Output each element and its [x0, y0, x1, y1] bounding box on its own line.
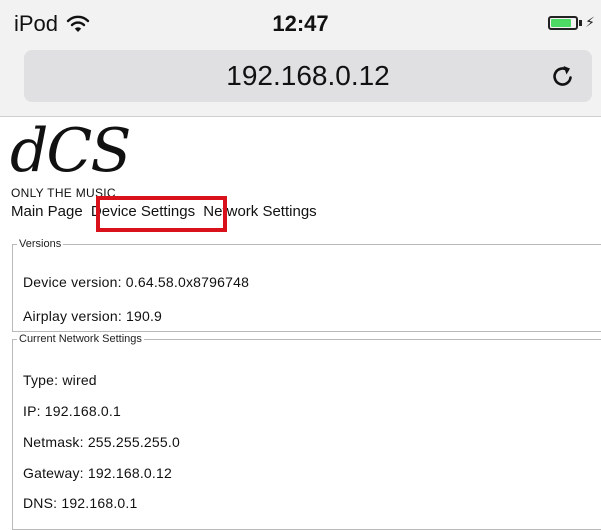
battery-tip — [579, 19, 583, 26]
network-netmask: Netmask: 255.255.255.0 — [23, 434, 180, 450]
network-settings-section: Current Network Settings Type: wired IP:… — [12, 333, 601, 530]
browser-toolbar: 192.168.0.12 — [0, 46, 601, 117]
network-dns: DNS: 192.168.0.1 — [23, 495, 138, 511]
network-gateway: Gateway: 192.168.0.12 — [23, 465, 172, 481]
address-bar[interactable]: 192.168.0.12 — [24, 50, 592, 102]
airplay-version: Airplay version: 190.9 — [23, 308, 163, 324]
network-settings-legend: Current Network Settings — [19, 333, 142, 345]
status-bar: iPod 12:47 ⚡ — [0, 0, 601, 46]
clock: 12:47 — [272, 11, 329, 36]
battery-fill — [551, 18, 572, 27]
nav-main-page[interactable]: Main Page — [11, 203, 83, 220]
battery-indicator: ⚡ — [548, 14, 595, 31]
network-ip: IP: 192.168.0.1 — [23, 403, 121, 419]
dcs-logo: dCS — [10, 116, 131, 186]
device-settings-highlight — [96, 196, 227, 232]
versions-section: Versions Device version: 0.64.58.0x87967… — [12, 238, 601, 332]
url-text[interactable]: 192.168.0.12 — [24, 50, 592, 102]
network-type: Type: wired — [23, 372, 97, 388]
device-version: Device version: 0.64.58.0x8796748 — [23, 274, 250, 290]
versions-legend: Versions — [19, 238, 62, 250]
reload-icon[interactable] — [550, 63, 576, 89]
charging-bolt-icon: ⚡ — [585, 14, 595, 30]
battery-icon — [548, 15, 579, 30]
